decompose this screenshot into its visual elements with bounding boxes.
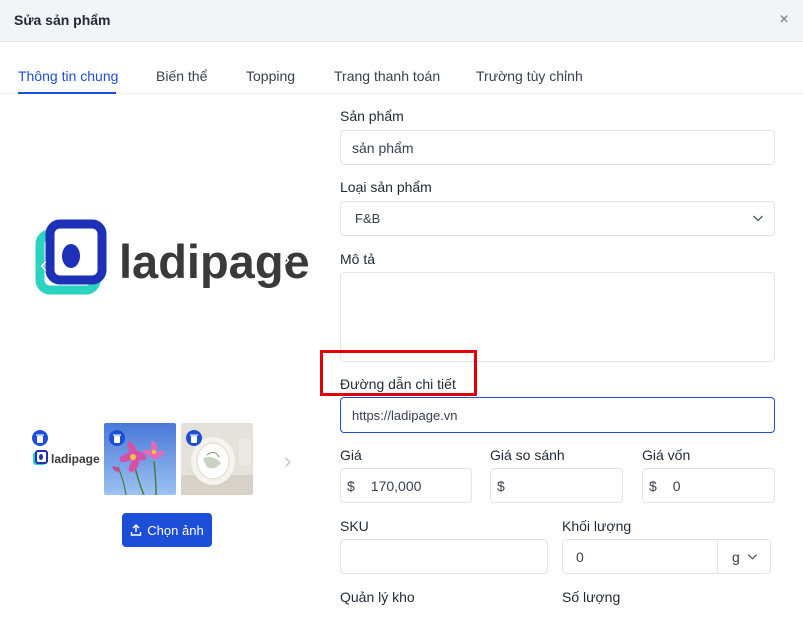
price-label: Giá <box>340 447 362 463</box>
cost-label: Giá vốn <box>642 447 691 463</box>
modal-header: Sửa sản phẩm × <box>0 0 803 42</box>
description-textarea[interactable] <box>340 272 775 362</box>
product-type-select[interactable]: F&B <box>340 201 775 236</box>
compare-price-input[interactable]: $ <box>490 468 623 503</box>
choose-image-button[interactable]: Chọn ảnh <box>122 513 212 547</box>
modal-title: Sửa sản phẩm <box>14 12 111 28</box>
detail-link-input[interactable]: https://ladipage.vn <box>340 397 775 433</box>
quantity-label: Số lượng <box>562 589 621 605</box>
preview-next-icon[interactable]: › <box>283 246 290 272</box>
tab-topping[interactable]: Topping <box>246 68 295 84</box>
compare-price-currency: $ <box>497 477 505 494</box>
sku-label: SKU <box>340 518 369 534</box>
compare-price-label: Giá so sánh <box>490 447 565 463</box>
trash-icon[interactable] <box>109 430 125 446</box>
description-label: Mô tả <box>340 251 376 267</box>
cost-input[interactable]: $ 0 <box>642 468 775 503</box>
main-product-image: ladipage <box>24 190 314 330</box>
preview-prev-icon[interactable]: ‹ <box>40 252 47 278</box>
thumbnails-next-icon[interactable]: › <box>284 448 291 474</box>
trash-icon[interactable] <box>186 430 202 446</box>
sku-input[interactable] <box>340 539 548 574</box>
cost-currency: $ <box>649 477 657 494</box>
tab-general-info[interactable]: Thông tin chung <box>18 68 118 84</box>
price-currency: $ <box>347 477 355 494</box>
chevron-down-icon <box>747 554 757 560</box>
ladipage-logo-mark <box>35 219 107 295</box>
annotation-highlight-box <box>320 350 477 396</box>
tab-checkout-page[interactable]: Trang thanh toán <box>334 68 440 84</box>
upload-icon <box>131 524 142 536</box>
weight-unit-select[interactable]: g <box>717 539 771 574</box>
chevron-down-icon <box>753 215 763 222</box>
tab-custom-fields[interactable]: Trường tùy chỉnh <box>476 68 583 84</box>
choose-image-label: Chọn ảnh <box>147 522 204 538</box>
weight-label: Khối lượng <box>562 518 632 534</box>
tab-variants[interactable]: Biến thể <box>156 68 207 84</box>
weight-input[interactable]: 0 <box>562 539 718 574</box>
active-tab-indicator <box>18 92 116 94</box>
trash-icon[interactable] <box>32 430 48 446</box>
price-input[interactable]: $ 170,000 <box>340 468 472 503</box>
logo-text: ladipage <box>119 235 310 288</box>
close-icon[interactable]: × <box>773 9 795 31</box>
product-name-label: Sản phẩm <box>340 108 404 124</box>
svg-text:ladipage: ladipage <box>51 452 100 466</box>
product-name-input[interactable]: sản phẩm <box>340 130 775 165</box>
product-type-label: Loại sản phẩm <box>340 179 432 195</box>
inventory-label: Quản lý kho <box>340 589 415 605</box>
tab-bar: Thông tin chung Biến thể Topping Trang t… <box>0 56 803 94</box>
